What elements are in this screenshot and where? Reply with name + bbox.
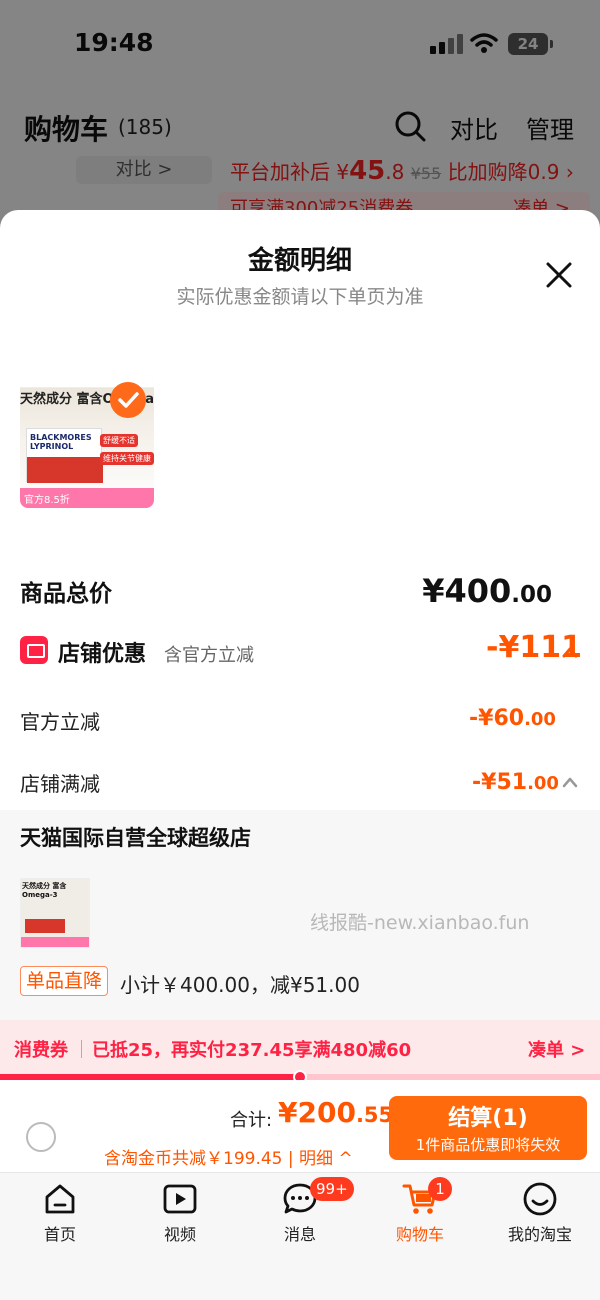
tab-profile[interactable]: 我的淘宝 [480,1181,600,1261]
checkout-button-sub: 1件商品优惠即将失效 [415,1136,561,1154]
messages-badge: 99+ [310,1177,354,1201]
tab-messages-label: 消息 [283,1225,316,1244]
tab-video-label: 视频 [163,1225,196,1244]
overlay-mask[interactable] [0,0,600,240]
store-icon [20,636,48,664]
checkout-total-label: 合计: [230,1110,273,1131]
checkout-total-amount: ¥200.55 [278,1096,393,1129]
store-thumb-headline: 天然成分 富含Omega-3 [22,882,67,899]
profile-icon [523,1182,557,1216]
store-thumb-footer [21,937,89,947]
home-icon [45,1184,75,1214]
chevron-up-icon[interactable] [562,776,578,788]
chevron-up-icon[interactable] [562,646,578,658]
direct-discount-badge: 单品直降 [20,966,109,996]
tab-cart[interactable]: 购物车 1 [360,1177,480,1261]
video-icon [163,1184,197,1214]
tab-home[interactable]: 首页 [0,1181,120,1261]
store-full-reduction-int: -¥51 [472,770,528,795]
coupon-text: 已抵25，再实付237.45享满480减60 [92,1040,412,1061]
store-subtotal: 小计￥400.00，减¥51.00 [120,973,360,997]
amount-detail-sheet: 金额明细 实际优惠金额请以下单页为准 天然成分 富含Omega-3 BLACKM… [0,210,600,1300]
tab-cart-label: 购物车 [395,1225,444,1244]
checkout-total-int: ¥200 [278,1096,356,1129]
sheet-subtitle: 实际优惠金额请以下单页为准 [176,286,424,308]
tab-messages[interactable]: 消息 99+ [240,1177,360,1261]
total-price-label: 商品总价 [20,581,112,607]
official-discount-dec: .00 [524,709,556,730]
store-name: 天猫国际自营全球超级店 [20,826,251,850]
official-discount-label: 官方立减 [20,710,100,734]
shop-discount-note: 含官方立减 [164,645,254,666]
coin-discount-detail-link[interactable]: 含淘金币共减￥199.45 | 明细 ^ [104,1144,353,1169]
thumb-tag-1: 舒缓不适 [100,434,138,447]
cart-badge: 1 [428,1177,452,1201]
product-box-image: BLACKMORES LYPRINOL [26,428,103,483]
total-price-value: ¥400.00 [422,572,552,610]
coin-discount-text: 含淘金币共减￥199.45 | 明细 [104,1149,334,1169]
tab-home-label: 首页 [43,1225,76,1244]
checkout-total-dec: .55 [355,1103,394,1127]
coupon-divider [81,1040,82,1058]
select-all-checkbox[interactable] [26,1122,56,1152]
coupon-add-items-link[interactable]: 凑单 > [528,1036,585,1062]
box-red-band [27,457,103,483]
official-discount-value: -¥60.00 [469,706,556,731]
store-full-reduction-label: 店铺满减 [20,772,100,796]
store-product-thumbnail[interactable]: 天然成分 富含Omega-3 [20,878,90,948]
store-full-reduction-value[interactable]: -¥51.00 [472,770,559,795]
cart-page-background: 19:48 24 购物车 (185) 对比 管理 对比 > 平台加补后 ¥45.… [0,0,600,240]
total-price-dec: .00 [511,582,552,608]
checkout-button-label: 结算(1) [448,1106,528,1131]
total-price-int: ¥400 [422,572,512,610]
tab-profile-label: 我的淘宝 [507,1225,572,1244]
checkout-button[interactable]: 结算(1) 1件商品优惠即将失效 [389,1096,587,1160]
store-full-reduction-dec: .00 [527,773,559,794]
thumb-footer-text: 官方8.5折 [24,495,70,506]
close-icon[interactable] [540,256,578,294]
thumb-footer: 官方8.5折 [20,488,154,508]
chevron-up-icon: ^ [338,1149,353,1169]
coupon-tag: 消费券 [14,1040,68,1061]
checkmark-icon[interactable] [110,382,146,418]
thumb-tag-2: 维持关节健康 [100,452,154,465]
tab-video[interactable]: 视频 [120,1181,240,1261]
watermark: 线报酷-new.xianbao.fun [310,912,530,934]
sheet-title: 金额明细 [247,246,352,276]
checkout-bar: 合计: ¥200.55 含淘金币共减￥199.45 | 明细 ^ 结算(1) 1… [0,1080,600,1172]
store-thumb-band [25,919,65,933]
shop-discount-label: 店铺优惠 [58,642,147,667]
bottom-tab-bar: 首页 视频 消息 99+ 购物车 1 我的淘宝 [0,1172,600,1300]
official-discount-int: -¥60 [469,706,525,731]
store-detail-block: 天猫国际自营全球超级店 天然成分 富含Omega-3 线报酷-new.xianb… [0,810,600,1020]
thumb-brand: BLACKMORES LYPRINOL [30,433,92,451]
